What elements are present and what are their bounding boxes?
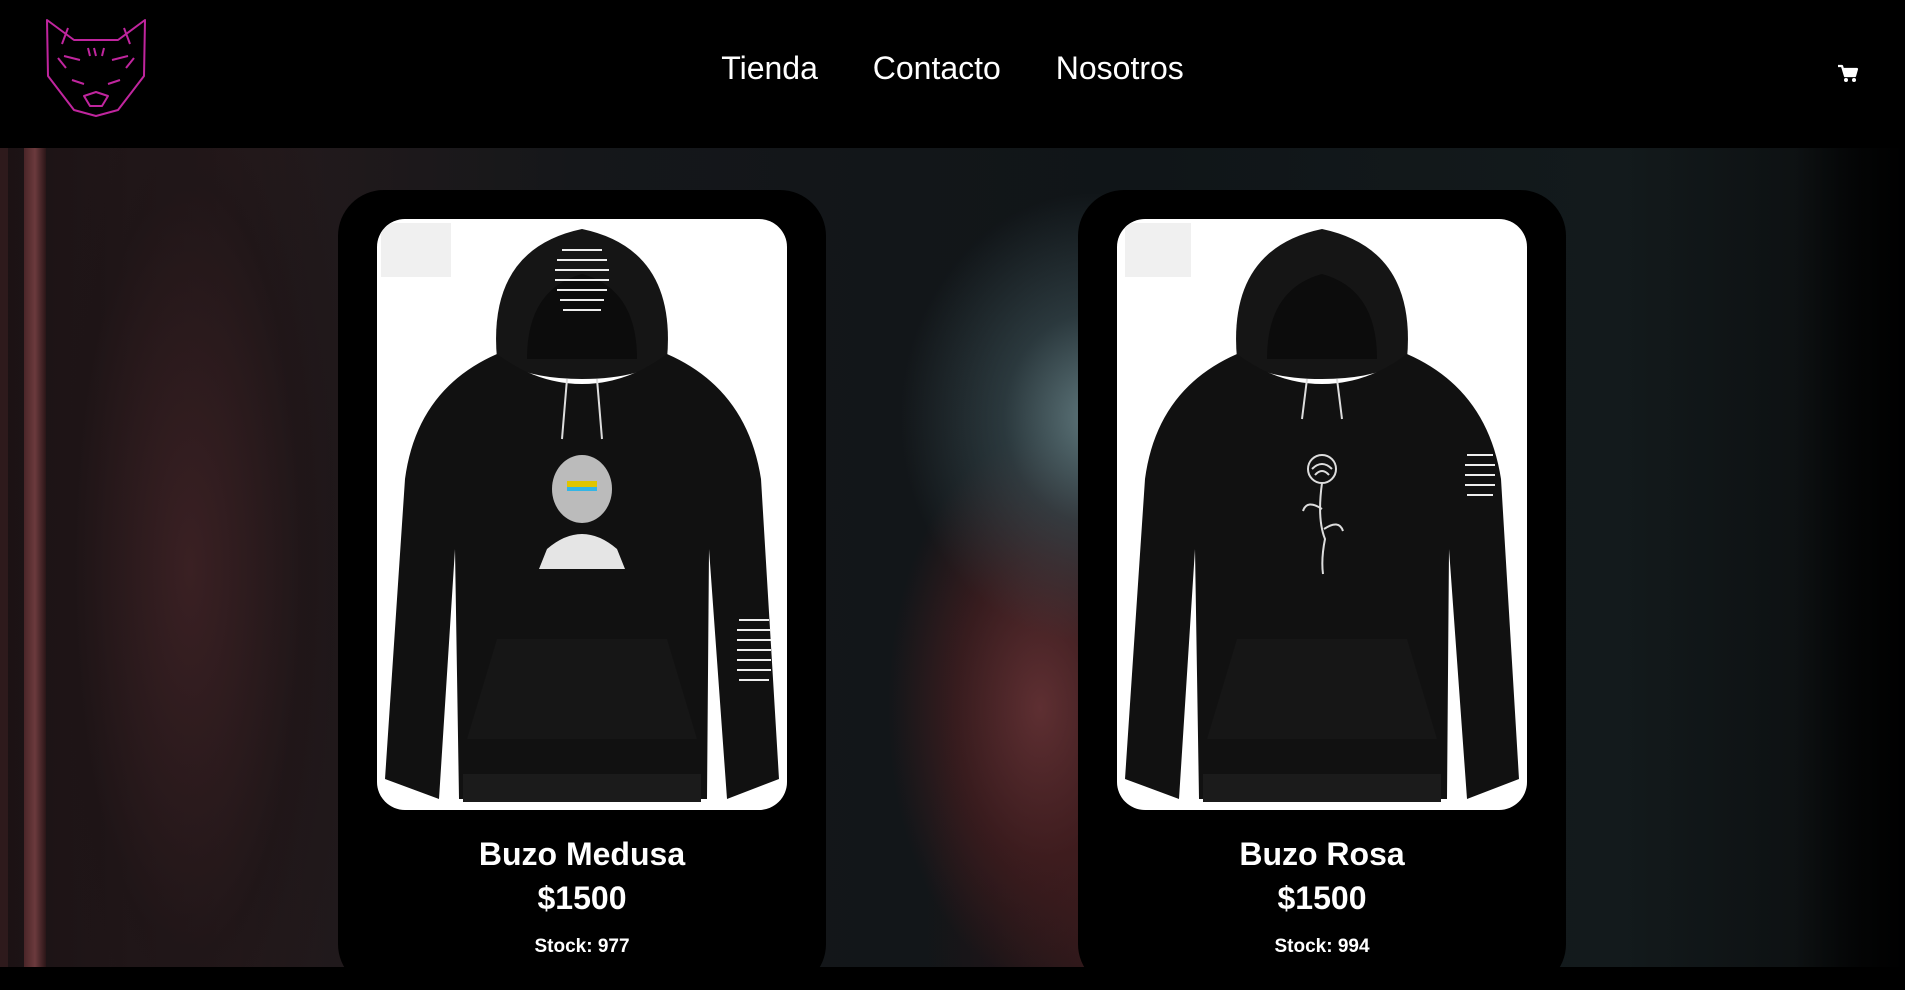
hoodie-rose-image[interactable] bbox=[1117, 219, 1527, 810]
nav-link-nosotros[interactable]: Nosotros bbox=[1056, 50, 1184, 87]
door-frame-edge bbox=[24, 148, 46, 967]
hoodie-medusa-image[interactable] bbox=[377, 219, 787, 810]
nav-link-contacto[interactable]: Contacto bbox=[873, 50, 1001, 87]
product-title: Buzo Rosa bbox=[1239, 836, 1405, 872]
shopping-cart-icon[interactable] bbox=[1837, 64, 1859, 84]
product-title: Buzo Medusa bbox=[478, 836, 686, 872]
product-price: $1500 bbox=[1277, 880, 1367, 916]
product-card[interactable]: Buzo Rosa $1500 Stock: 994 bbox=[1078, 190, 1566, 990]
nav-links: Tienda Contacto Nosotros bbox=[0, 50, 1905, 87]
hero-background-image bbox=[0, 148, 1905, 967]
navbar: Tienda Contacto Nosotros bbox=[0, 0, 1905, 148]
product-card[interactable]: Buzo Medusa $1500 Stock: 977 bbox=[338, 190, 826, 990]
product-stock: Stock: 994 bbox=[1274, 936, 1370, 957]
nav-link-tienda[interactable]: Tienda bbox=[721, 50, 818, 87]
background-shadow bbox=[1795, 148, 1905, 967]
product-price: $1500 bbox=[537, 880, 627, 916]
product-stock: Stock: 977 bbox=[534, 936, 630, 957]
door-frame bbox=[0, 148, 8, 967]
